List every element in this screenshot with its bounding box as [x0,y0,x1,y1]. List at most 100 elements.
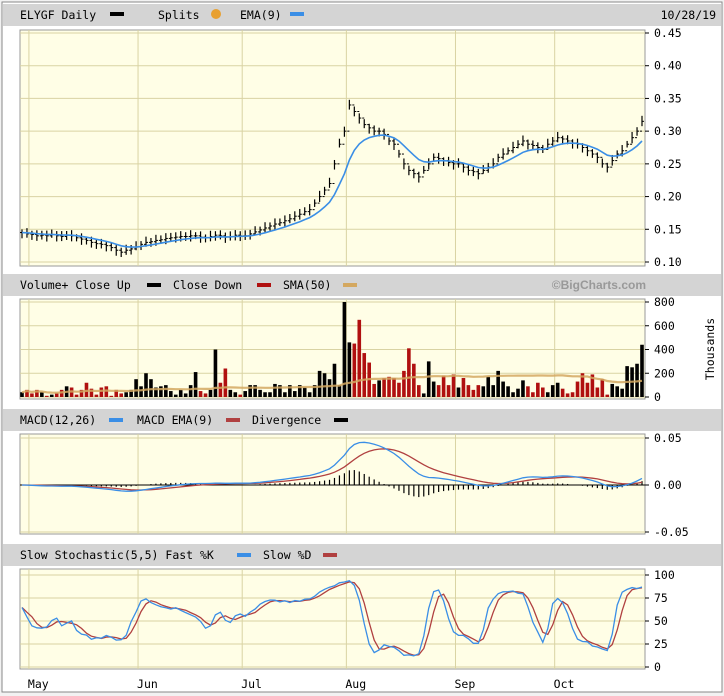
volume-bar [441,375,446,397]
volume-bar [392,378,396,397]
volume-bar [178,389,183,397]
macd-plot-area [19,433,646,535]
price-y-tick-label: 0.15 [654,222,682,236]
volume-bar [193,372,198,397]
volume-bar [541,387,545,397]
price-y-tick-label: 0.35 [654,91,682,105]
splits-label: Splits [158,8,200,22]
bigcharts-watermark: ©BigCharts.com [552,278,646,292]
volume-bar [461,378,466,397]
volume-bar [511,392,515,397]
volume-bar [159,386,163,397]
divergence-swatch [334,418,348,422]
volume-bar [362,353,367,397]
volume-bar [268,392,272,397]
volume-bar [387,376,391,397]
volume-bar [173,394,178,397]
volume-bar [501,381,505,397]
macd-y-tick-label: 0.05 [654,431,682,445]
vol-y-tick-label: 200 [654,366,675,380]
stoch-y-tick-label: 50 [654,614,668,628]
volume-bar [421,393,426,397]
volume-bar [208,389,213,397]
stoch-y-tick-label: 100 [654,568,675,582]
volume-bar [203,393,208,397]
volume-bar [481,386,486,397]
volume-bar [372,383,376,397]
volume-bar [431,381,436,397]
macd-label: MACD(12,26) [20,413,96,427]
volume-bar [109,395,114,397]
volume-bar [516,388,520,397]
volume-bar [307,392,312,397]
volume-bar [456,387,461,397]
macd-ema-swatch [226,418,240,422]
volume-bar [531,392,535,397]
volume-bar [327,379,332,397]
volume-bar [164,385,168,397]
price-legend-swatch [110,12,124,16]
price-y-tick-label: 0.25 [654,157,682,171]
vol-y-tick-label: 0 [654,390,661,404]
price-y-tick-label: 0.10 [654,255,682,269]
ema-label: EMA(9) [240,8,282,22]
month-label: Oct [554,677,575,691]
price-y-tick-label: 0.45 [654,26,682,40]
volume-bar [476,385,481,397]
volume-bar [99,387,104,397]
volume-bar [615,386,619,397]
volume-bar [233,392,238,397]
volume-bar [124,392,128,397]
volume-bar [30,393,34,397]
volume-bar [640,344,644,397]
slowd-swatch [323,553,337,557]
volume-bar [620,388,624,397]
volume-bar [263,392,267,397]
volume-bar [471,389,476,397]
volume-bar [412,363,416,397]
volume-bar [357,319,362,397]
volume-bar [258,389,262,397]
volume-bar [183,393,188,397]
volume-bar [273,383,277,397]
volume-bar [347,342,352,397]
stoch-plot-area [19,568,646,670]
volume-bar [377,380,381,397]
volume-bar [605,394,610,397]
volume-bar [317,370,322,397]
month-label: Jul [241,677,262,691]
volume-bar [555,382,560,397]
macd-swatch [109,418,123,422]
volume-bar [169,391,173,397]
volume-bar [188,385,193,397]
volume-bar [218,382,223,397]
vol-y-tick-label: 800 [654,295,675,309]
volume-bar [302,387,307,397]
volume-bar [585,382,590,397]
volume-bar [213,349,218,397]
macd-ema-label: MACD EMA(9) [137,413,213,427]
volume-bar [426,361,431,397]
volume-bar [402,370,406,397]
volume-bar [397,382,401,397]
date-label: 10/28/19 [661,8,716,22]
volume-unit-label: Thousands [703,318,717,380]
volume-bar [139,386,143,397]
stoch-y-tick-label: 25 [654,637,668,651]
volume-bar [149,379,153,397]
divergence-label: Divergence [252,413,321,427]
ema-legend-swatch [290,12,304,16]
stoch-y-tick-label: 0 [654,660,661,674]
volume-bar [337,385,342,397]
close-up-swatch [147,283,161,287]
volume-bar [382,378,386,397]
volume-bar [575,381,580,397]
close-down-label: Close Down [173,278,242,292]
volume-bar [238,394,243,397]
volume-bar [610,383,615,397]
sma-label: SMA(50) [283,278,331,292]
volume-bar [407,348,411,397]
volume-bar [491,385,495,397]
price-y-tick-label: 0.40 [654,59,682,73]
volume-bar [436,385,441,397]
